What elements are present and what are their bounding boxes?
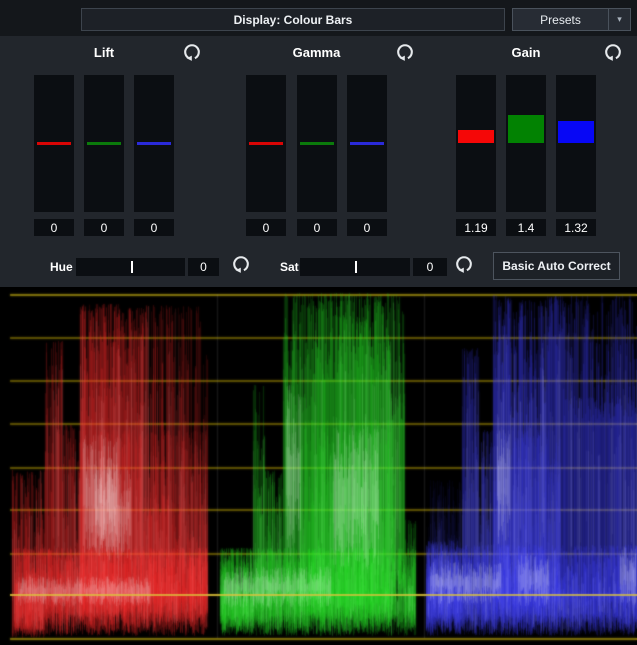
gain-red-handle[interactable] xyxy=(458,130,494,143)
basic-auto-correct-button[interactable]: Basic Auto Correct xyxy=(493,252,620,280)
lift-blue-handle[interactable] xyxy=(137,142,171,145)
hue-label: Hue xyxy=(50,260,73,274)
gamma-red-value[interactable]: 0 xyxy=(246,219,286,236)
lift-green-handle[interactable] xyxy=(87,142,121,145)
hue-slider-handle[interactable] xyxy=(131,261,133,273)
display-mode-button[interactable]: Display: Colour Bars xyxy=(81,8,505,31)
hue-value[interactable]: 0 xyxy=(188,258,219,276)
colour-correction-panel: Display: Colour Bars Presets ▾ Lift Gamm… xyxy=(0,0,637,645)
presets-label[interactable]: Presets xyxy=(513,9,608,30)
gain-title: Gain xyxy=(456,45,596,60)
hue-reset-icon[interactable] xyxy=(231,254,251,275)
lift-red-value[interactable]: 0 xyxy=(34,219,74,236)
lift-green-value[interactable]: 0 xyxy=(84,219,124,236)
gain-green-value[interactable]: 1.4 xyxy=(506,219,546,236)
gain-blue-handle[interactable] xyxy=(558,121,594,143)
display-mode-label: Display: Colour Bars xyxy=(234,13,353,27)
rgb-parade-waveform-display xyxy=(0,287,637,645)
presets-dropdown-arrow-icon[interactable]: ▾ xyxy=(608,9,630,30)
gamma-blue-value[interactable]: 0 xyxy=(347,219,387,236)
gain-red-value[interactable]: 1.19 xyxy=(456,219,496,236)
lift-red-handle[interactable] xyxy=(37,142,71,145)
gain-red-slider[interactable] xyxy=(456,75,496,212)
gamma-title: Gamma xyxy=(246,45,387,60)
hue-slider[interactable] xyxy=(76,258,185,276)
gain-green-handle[interactable] xyxy=(508,115,544,143)
gamma-blue-handle[interactable] xyxy=(350,142,384,145)
sat-slider[interactable] xyxy=(300,258,410,276)
gamma-red-slider[interactable] xyxy=(246,75,286,212)
gain-green-slider[interactable] xyxy=(506,75,546,212)
gamma-blue-slider[interactable] xyxy=(347,75,387,212)
lift-green-slider[interactable] xyxy=(84,75,124,212)
sat-reset-icon[interactable] xyxy=(454,254,474,275)
top-bar: Display: Colour Bars Presets ▾ xyxy=(0,0,637,36)
lift-blue-value[interactable]: 0 xyxy=(134,219,174,236)
controls-panel: Lift Gamma Gain 0 0 0 0 0 0 1.19 1.4 xyxy=(0,36,637,287)
gain-blue-slider[interactable] xyxy=(556,75,596,212)
lift-reset-icon[interactable] xyxy=(182,42,202,63)
basic-auto-correct-label: Basic Auto Correct xyxy=(502,259,610,273)
gamma-green-value[interactable]: 0 xyxy=(297,219,337,236)
lift-red-slider[interactable] xyxy=(34,75,74,212)
gamma-red-handle[interactable] xyxy=(249,142,283,145)
sat-slider-handle[interactable] xyxy=(355,261,357,273)
gamma-green-slider[interactable] xyxy=(297,75,337,212)
presets-button[interactable]: Presets ▾ xyxy=(512,8,631,31)
lift-blue-slider[interactable] xyxy=(134,75,174,212)
sat-label: Sat xyxy=(280,260,299,274)
gamma-reset-icon[interactable] xyxy=(395,42,415,63)
sat-value[interactable]: 0 xyxy=(413,258,447,276)
gamma-green-handle[interactable] xyxy=(300,142,334,145)
gain-blue-value[interactable]: 1.32 xyxy=(556,219,596,236)
gain-reset-icon[interactable] xyxy=(603,42,623,63)
lift-title: Lift xyxy=(34,45,174,60)
